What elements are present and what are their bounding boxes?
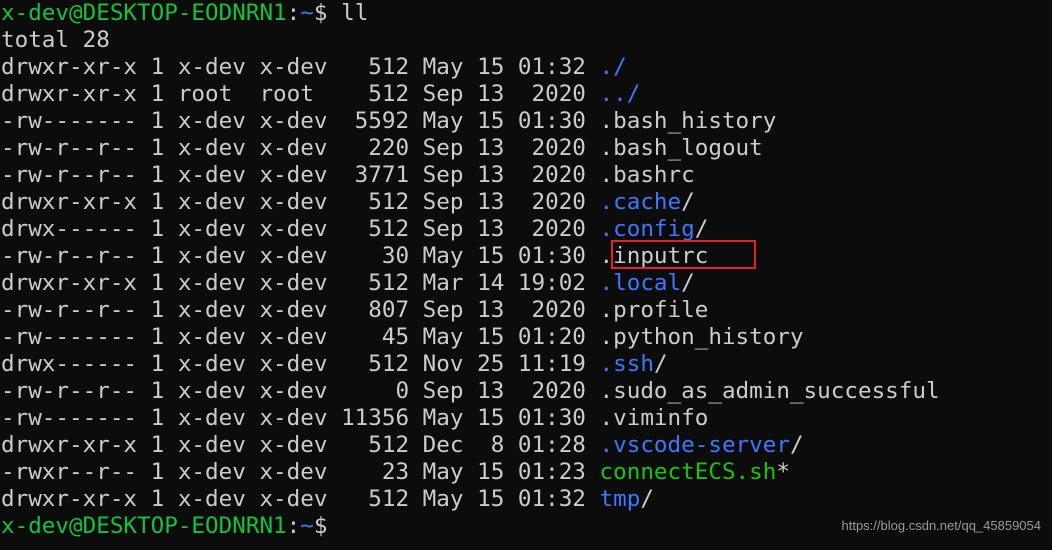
entry-name: .config	[599, 216, 695, 242]
listing-row: drwxr-xr-x 1 x-dev x-dev 512 Mar 14 19:0…	[1, 270, 1052, 297]
entry-name: .sudo_as_admin_successful	[599, 378, 940, 404]
listing-row: -rw------- 1 x-dev x-dev 11356 May 15 01…	[1, 405, 1052, 432]
listing-row: -rw-r--r-- 1 x-dev x-dev 220 Sep 13 2020…	[1, 135, 1052, 162]
entry-suffix: /	[694, 216, 709, 242]
listing-row: drwx------ 1 x-dev x-dev 512 Sep 13 2020…	[1, 216, 1052, 243]
listing-row: -rwxr--r-- 1 x-dev x-dev 23 May 15 01:23…	[1, 459, 1052, 486]
listing-row: -rw-r--r-- 1 x-dev x-dev 30 May 15 01:30…	[1, 243, 1052, 270]
entry-meta: drwxr-xr-x 1 x-dev x-dev 512 Sep 13 2020	[1, 189, 600, 215]
entry-meta: drwx------ 1 x-dev x-dev 512 Sep 13 2020	[1, 216, 600, 242]
entry-name: ../	[599, 81, 641, 107]
listing-row: -rw------- 1 x-dev x-dev 5592 May 15 01:…	[1, 108, 1052, 135]
entry-name: connectECS.sh	[599, 459, 777, 485]
listing-row: -rw-r--r-- 1 x-dev x-dev 3771 Sep 13 202…	[1, 162, 1052, 189]
entry-name: .local	[599, 270, 682, 296]
entry-name: .viminfo	[599, 405, 709, 431]
entry-meta: drwx------ 1 x-dev x-dev 512 Nov 25 11:1…	[1, 351, 600, 377]
entry-meta: drwxr-xr-x 1 x-dev x-dev 512 Dec 8 01:28	[1, 432, 600, 458]
entry-name: .profile	[599, 297, 709, 323]
total-line: total 28	[1, 27, 110, 53]
entry-meta: drwxr-xr-x 1 x-dev x-dev 512 May 15 01:3…	[1, 486, 600, 512]
listing-row: -rw-r--r-- 1 x-dev x-dev 807 Sep 13 2020…	[1, 297, 1052, 324]
highlight-box	[611, 240, 756, 269]
listing-row: -rw-r--r-- 1 x-dev x-dev 0 Sep 13 2020 .…	[1, 378, 1052, 405]
listing-row: drwxr-xr-x 1 x-dev x-dev 512 May 15 01:3…	[1, 54, 1052, 81]
entry-name: .bash_history	[599, 108, 777, 134]
entry-meta: -rw-r--r-- 1 x-dev x-dev 0 Sep 13 2020	[1, 378, 600, 404]
entry-suffix: /	[681, 189, 695, 215]
entry-name: ./	[599, 54, 627, 80]
entry-name: .ssh	[599, 351, 654, 377]
listing-row: drwxr-xr-x 1 x-dev x-dev 512 Sep 13 2020…	[1, 189, 1052, 216]
terminal-window[interactable]: x-dev@DESKTOP-EODNRN1:~$ ll total 28 drw…	[0, 0, 1052, 550]
command-text: ll	[327, 0, 369, 26]
entry-suffix: *	[776, 459, 790, 485]
entry-name: tmp	[599, 486, 641, 512]
entry-meta: -rw------- 1 x-dev x-dev 11356 May 15 01…	[1, 405, 600, 431]
entry-name: .bashrc	[599, 162, 695, 188]
prompt-separator: :	[286, 0, 301, 26]
prompt-line: x-dev@DESKTOP-EODNRN1:~$ ll	[1, 0, 1052, 27]
prompt-sign: $	[313, 0, 328, 26]
prompt-path: ~	[300, 0, 314, 26]
watermark: https://blog.csdn.net/qq_45859054	[841, 518, 1042, 533]
prompt-separator: :	[286, 513, 301, 539]
entry-name: .bash_logout	[599, 135, 763, 161]
entry-meta: -rw-r--r-- 1 x-dev x-dev 3771 Sep 13 202…	[1, 162, 600, 188]
entry-meta: -rw------- 1 x-dev x-dev 45 May 15 01:20	[1, 324, 600, 350]
listing-row: drwx------ 1 x-dev x-dev 512 Nov 25 11:1…	[1, 351, 1052, 378]
entry-name: .cache	[599, 189, 682, 215]
entry-meta: -rw-r--r-- 1 x-dev x-dev 220 Sep 13 2020	[1, 135, 600, 161]
prompt-path: ~	[300, 513, 314, 539]
prompt-user: x-dev@DESKTOP-EODNRN1	[1, 513, 287, 539]
entry-meta: -rw------- 1 x-dev x-dev 5592 May 15 01:…	[1, 108, 600, 134]
listing-row: drwxr-xr-x 1 x-dev x-dev 512 Dec 8 01:28…	[1, 432, 1052, 459]
entry-meta: drwxr-xr-x 1 root root 512 Sep 13 2020	[1, 81, 600, 107]
entry-name: .vscode-server	[599, 432, 790, 458]
entry-meta: -rwxr--r-- 1 x-dev x-dev 23 May 15 01:23	[1, 459, 600, 485]
entry-suffix: /	[789, 432, 804, 458]
entry-suffix: /	[681, 270, 695, 296]
entry-meta: drwxr-xr-x 1 x-dev x-dev 512 May 15 01:3…	[1, 54, 600, 80]
entry-suffix: /	[653, 351, 668, 377]
entry-suffix: /	[640, 486, 654, 512]
prompt-sign: $	[313, 513, 328, 539]
entry-meta: drwxr-xr-x 1 x-dev x-dev 512 Mar 14 19:0…	[1, 270, 600, 296]
listing-row: -rw------- 1 x-dev x-dev 45 May 15 01:20…	[1, 324, 1052, 351]
entry-name: .python_history	[599, 324, 804, 350]
prompt-user: x-dev@DESKTOP-EODNRN1	[1, 0, 287, 26]
entry-meta: -rw-r--r-- 1 x-dev x-dev 30 May 15 01:30	[1, 243, 600, 269]
listing-row: drwxr-xr-x 1 root root 512 Sep 13 2020 .…	[1, 81, 1052, 108]
entry-meta: -rw-r--r-- 1 x-dev x-dev 807 Sep 13 2020	[1, 297, 600, 323]
directory-listing: drwxr-xr-x 1 x-dev x-dev 512 May 15 01:3…	[1, 54, 1052, 513]
listing-row: drwxr-xr-x 1 x-dev x-dev 512 May 15 01:3…	[1, 486, 1052, 513]
